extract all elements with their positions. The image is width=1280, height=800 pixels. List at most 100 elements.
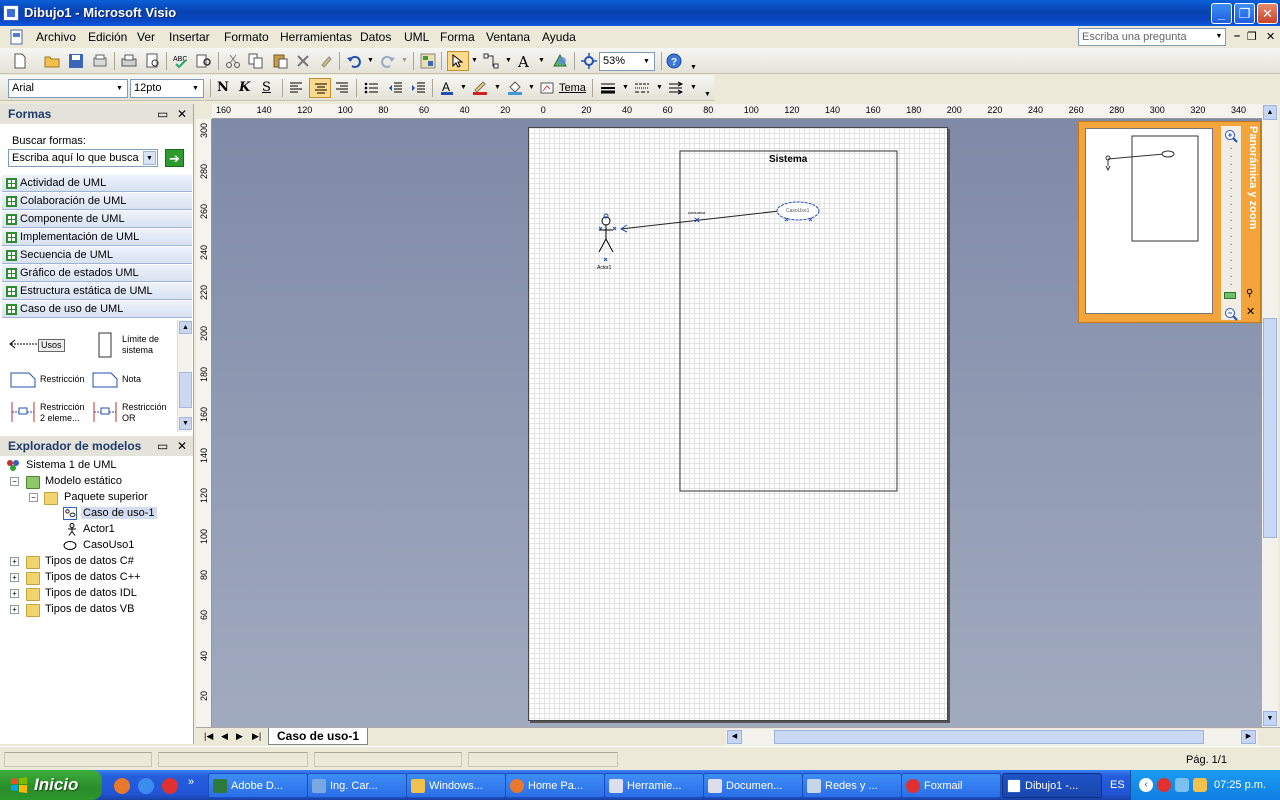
italic-button[interactable]: K (239, 80, 250, 95)
tree-item-idl-types[interactable]: Tipos de datos IDL (45, 587, 137, 599)
chevron-down-icon[interactable]: ▼ (622, 84, 629, 91)
zoom-slider-track[interactable] (1230, 148, 1232, 298)
ruler-corner[interactable] (196, 104, 212, 119)
constraint-or-icon[interactable] (92, 400, 118, 424)
menu-archivo[interactable]: Archivo (36, 30, 76, 44)
menu-herramientas[interactable]: Herramientas (280, 30, 352, 44)
note-shape-icon[interactable] (92, 372, 118, 388)
vertical-scrollbar[interactable]: ▲ ▼ (1262, 104, 1278, 727)
line-weight-icon[interactable] (600, 80, 616, 96)
chevron-down-icon[interactable]: ▼ (538, 57, 545, 64)
chevron-down-icon[interactable]: ▼ (1213, 29, 1225, 45)
zoom-combo[interactable]: 53% ▼ (599, 52, 655, 71)
task-foxmail[interactable]: Foxmail (901, 773, 1001, 798)
foxmail-tray-icon[interactable] (1157, 778, 1171, 792)
theme-button[interactable]: Tema (559, 82, 586, 94)
search-shapes-input[interactable]: Escriba aquí lo que busca ▼ (8, 149, 158, 167)
print-icon[interactable] (121, 53, 137, 69)
last-page-icon[interactable]: ▶| (252, 731, 261, 742)
help-icon[interactable]: ? (666, 53, 682, 69)
doc-restore-button[interactable]: ❐ (1247, 30, 1257, 43)
pointer-tool-button[interactable] (447, 51, 469, 71)
spelling-icon[interactable]: ABC (173, 53, 189, 69)
horizontal-scroll-thumb[interactable] (774, 730, 1204, 744)
drawing-page[interactable]: Sistema Actor1 CasoUso1 comunica (528, 127, 948, 721)
task-documentos[interactable]: Documen... (703, 773, 803, 798)
stencil-implementacion[interactable]: Implementación de UML (2, 229, 192, 246)
line-pattern-icon[interactable] (634, 80, 650, 96)
pan-zoom-preview[interactable] (1085, 128, 1213, 314)
font-size-combo[interactable]: 12pto ▼ (130, 79, 204, 98)
maximize-panel-icon[interactable]: ▭ (157, 439, 168, 453)
bullets-icon[interactable] (363, 80, 379, 96)
expand-icon[interactable]: + (10, 589, 19, 598)
doc-minimize-button[interactable]: – (1234, 30, 1240, 42)
chevron-down-icon[interactable]: ▼ (494, 84, 501, 91)
stencil-colaboracion[interactable]: Colaboración de UML (2, 193, 192, 210)
close-button[interactable]: ✕ (1257, 3, 1278, 24)
system-boundary-label[interactable]: Sistema (769, 154, 807, 165)
close-panel-icon[interactable]: ✕ (177, 107, 187, 121)
shape-r2-1[interactable]: Restricción (40, 402, 85, 413)
new-document-icon[interactable] (12, 53, 28, 69)
constraint-2-elements-icon[interactable] (10, 400, 36, 424)
tree-item-use-case[interactable]: CasoUso1 (83, 539, 134, 551)
tree-item-actor[interactable]: Actor1 (83, 523, 115, 535)
cut-icon[interactable] (225, 53, 241, 69)
volume-tray-icon[interactable] (1193, 778, 1207, 792)
task-adobe[interactable]: Adobe D... (208, 773, 308, 798)
task-home[interactable]: Home Pa... (505, 773, 605, 798)
undo-icon[interactable] (346, 53, 362, 69)
shape-restriccion[interactable]: Restricción (40, 374, 85, 385)
stencil-caso-uso[interactable]: Caso de uso de UML (2, 301, 192, 318)
language-indicator[interactable]: ES (1110, 779, 1125, 791)
uses-shape-icon[interactable] (8, 338, 38, 350)
connector-tool-icon[interactable] (483, 53, 499, 69)
constraint-shape-icon[interactable] (10, 372, 36, 388)
first-page-icon[interactable]: |◀ (204, 731, 213, 742)
line-color-icon[interactable] (472, 80, 488, 96)
horizontal-ruler[interactable]: 160 140 120 100 80 60 40 20 0 20 40 60 80 100 120 140 16… (212, 104, 1262, 119)
association-label[interactable]: comunica (688, 210, 705, 215)
task-ing[interactable]: Ing. Car... (307, 773, 407, 798)
close-panel-icon[interactable]: ✕ (177, 439, 187, 453)
scroll-left-icon[interactable]: ◀ (727, 730, 742, 744)
ie-quicklaunch-icon[interactable] (138, 778, 154, 794)
zoom-in-icon[interactable] (1224, 129, 1238, 143)
expand-icon[interactable]: + (10, 573, 19, 582)
shape-r2-2[interactable]: 2 eleme... (40, 413, 80, 424)
bold-button[interactable]: N (217, 80, 229, 95)
shape-usos[interactable]: Usos (38, 339, 65, 352)
tray-expand-icon[interactable]: ‹ (1139, 778, 1153, 792)
permission-icon[interactable] (92, 53, 108, 69)
chevron-down-icon[interactable]: ▼ (460, 84, 467, 91)
stencil-componente[interactable]: Componente de UML (2, 211, 192, 228)
actor-figure[interactable] (598, 213, 617, 262)
stencil-estructura[interactable]: Estructura estática de UML (2, 283, 192, 300)
theme-icon[interactable] (540, 80, 556, 96)
scroll-right-icon[interactable]: ▶ (1241, 730, 1256, 744)
task-redes[interactable]: Redes y ... (802, 773, 902, 798)
align-right-icon[interactable] (334, 80, 350, 96)
chevron-down-icon[interactable]: ▼ (656, 84, 663, 91)
toolbar-options-icon[interactable]: ▼ (704, 91, 711, 98)
scroll-down-icon[interactable]: ▼ (1263, 711, 1277, 726)
chevron-down-icon[interactable]: ▼ (640, 54, 653, 69)
system-boundary[interactable] (679, 150, 898, 492)
doc-close-button[interactable]: ✕ (1266, 30, 1275, 43)
pan-zoom-window[interactable]: Panorámica y zoom ⚲ ✕ (1078, 121, 1261, 323)
document-icon[interactable] (9, 29, 25, 45)
toolbar-options-icon[interactable]: ▼ (690, 64, 697, 71)
menu-ayuda[interactable]: Ayuda (542, 30, 576, 44)
shape-limite-2[interactable]: sistema (122, 345, 153, 356)
scroll-down-icon[interactable]: ▼ (179, 417, 192, 430)
task-herramientas[interactable]: Herramie... (604, 773, 704, 798)
format-painter-icon[interactable] (318, 53, 334, 69)
redo-icon[interactable] (380, 53, 396, 69)
shape-nota[interactable]: Nota (122, 374, 141, 385)
menu-datos[interactable]: Datos (360, 30, 391, 44)
start-button[interactable]: Inicio (0, 770, 102, 800)
drawing-tools-icon[interactable] (552, 53, 568, 69)
open-folder-icon[interactable] (44, 53, 60, 69)
expand-icon[interactable]: + (10, 557, 19, 566)
